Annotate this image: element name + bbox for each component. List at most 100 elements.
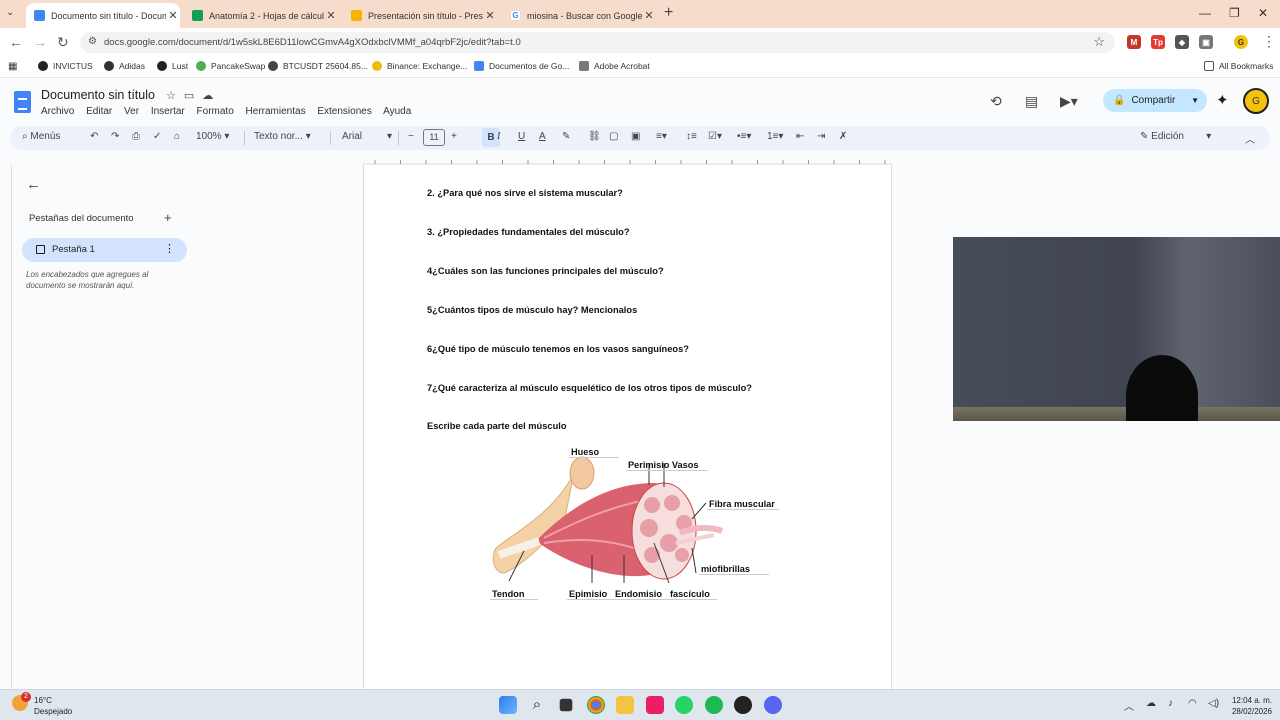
label-fasciculo[interactable]: fascículo [670,589,710,599]
comments-icon[interactable]: ▤ [1025,93,1038,110]
add-comment-icon[interactable]: ▢ [609,131,618,142]
more-options-icon[interactable]: ⋮ [164,242,175,255]
back-icon[interactable]: ← [9,34,23,50]
close-tab-icon[interactable]: ✕ [483,9,497,22]
label-endomisio[interactable]: Endomisio [615,589,662,599]
label-perimisio-vasos[interactable]: Perimisio Vasos [628,460,698,470]
menu-ver[interactable]: Ver [124,106,139,117]
menu-herramientas[interactable]: Herramientas [246,106,306,117]
undo-icon[interactable]: ↶ [90,131,98,142]
paint-format-icon[interactable]: ⌂ [174,131,180,142]
reload-icon[interactable]: ↻ [57,34,69,51]
forward-icon[interactable]: → [33,34,47,50]
line-spacing-icon[interactable]: ↕≡ [686,131,697,142]
underline-button[interactable]: U [518,131,525,142]
decrease-font-icon[interactable]: − [408,131,414,142]
wifi-icon[interactable]: ◠ [1188,698,1197,709]
docs-logo-icon[interactable] [14,91,31,113]
increase-font-icon[interactable]: + [451,131,457,142]
highlight-icon[interactable]: ✎ [562,131,570,142]
font-size-input[interactable]: 11 [423,129,445,146]
cloud-status-icon[interactable]: ☁ [202,90,221,102]
extensions-puzzle-icon[interactable]: ▣ [1199,35,1213,49]
label-epimisio[interactable]: Epimisio [569,589,607,599]
more-menu-icon[interactable]: ⋮ [1262,33,1276,50]
search-icon[interactable]: ⌕ [528,696,546,714]
align-icon[interactable]: ≡▾ [656,131,667,142]
discord-icon[interactable] [764,696,782,714]
menu-formato[interactable]: Formato [197,106,234,117]
search-menus[interactable]: ⌕ Menús [22,131,60,142]
apps-grid-icon[interactable]: ▦ [8,61,17,72]
weather-widget[interactable]: 16°C Despejado [34,695,72,717]
task-view-icon[interactable] [559,698,573,712]
text-color-icon[interactable]: A [539,131,546,142]
close-window-icon[interactable]: ✕ [1258,6,1268,20]
all-bookmarks[interactable]: All Bookmarks [1204,61,1273,71]
tab-search-chevron-icon[interactable]: ⌄ [6,7,14,18]
insert-image-icon[interactable]: ▣ [631,131,640,142]
redo-icon[interactable]: ↷ [111,131,119,142]
version-history-icon[interactable]: ⟲ [990,93,1002,110]
menu-ayuda[interactable]: Ayuda [383,106,411,117]
label-fibra-muscular[interactable]: Fibra muscular [709,499,775,509]
question-7[interactable]: 7¿Qué caracteriza al músculo esquelético… [427,383,752,393]
menu-insertar[interactable]: Insertar [151,106,185,117]
address-bar[interactable]: ⚙ docs.google.com/document/d/1w5skL8E6D1… [80,32,1115,53]
link-icon[interactable]: ⛓ [588,131,601,142]
question-6[interactable]: 6¿Qué tipo de músculo tenemos en los vas… [427,344,689,354]
chevron-down-icon[interactable]: ▼ [1191,96,1199,105]
system-clock[interactable]: 12:04 a. m. 28/02/2026 [1226,695,1272,717]
restore-icon[interactable]: ❐ [1229,6,1240,20]
label-tendon[interactable]: Tendon [492,589,525,599]
label-hueso[interactable]: Hueso [571,447,599,457]
browser-tab-slides[interactable]: Presentación sin título - Presen ✕ [343,3,497,28]
browser-tab-sheets[interactable]: Anatomía 2 - Hojas de cálculo ✕ [184,3,338,28]
italic-button[interactable]: I [497,131,500,142]
bookmark-pancakeswap[interactable]: PancakeSwap [196,61,265,71]
bookmark-lust[interactable]: Lust [157,61,188,71]
start-icon[interactable] [499,696,517,714]
clear-formatting-icon[interactable]: ✗ [839,131,847,142]
back-arrow-icon[interactable]: ← [26,176,41,193]
tiktok-icon[interactable] [646,696,664,714]
bookmark-binance[interactable]: Binance: Exchange... [372,61,467,71]
chrome-icon[interactable] [587,696,605,714]
editing-mode-select[interactable]: ✎ Edición ▾ [1140,131,1211,142]
question-5[interactable]: 5¿Cuántos tipos de músculo hay? Menciona… [427,305,637,315]
question-4[interactable]: 4¿Cuáles son las funciones principales d… [427,266,664,276]
new-tab-icon[interactable]: + [664,4,673,22]
whatsapp-icon[interactable] [675,696,693,714]
browser-tab-docs[interactable]: Documento sin título - Docum ✕ [26,3,180,28]
bookmark-adobe[interactable]: Adobe Acrobat [579,61,650,71]
browser-tab-google[interactable]: G miosina - Buscar con Google ✕ [502,3,656,28]
close-tab-icon[interactable]: ✕ [166,9,180,22]
share-button[interactable]: 🔒 Compartir ▼ [1103,89,1207,112]
app-icon[interactable] [734,696,752,714]
meet-video-icon[interactable]: ▶▾ [1060,93,1078,110]
profile-avatar[interactable]: G [1234,35,1248,49]
bookmark-adidas[interactable]: Adidas [104,61,145,71]
menu-editar[interactable]: Editar [86,106,112,117]
bookmark-btcusdt[interactable]: BTCUSDT 25604.85... [268,61,368,71]
tray-overflow-icon[interactable]: ︿ [1124,698,1134,713]
menu-extensiones[interactable]: Extensiones [317,106,371,117]
url-text[interactable]: docs.google.com/document/d/1w5skL8E6D11l… [104,37,521,48]
style-select[interactable]: Texto nor... ▾ [254,131,311,142]
microphone-icon[interactable]: ♪ [1168,698,1173,709]
extension-icon[interactable]: M [1127,35,1141,49]
extension-icon[interactable]: Tp [1151,35,1165,49]
volume-icon[interactable]: ◁) [1208,698,1219,709]
sidebar-item-tab-1[interactable]: Pestaña 1 ⋮ [22,238,187,262]
spellcheck-icon[interactable]: ✓ [153,131,161,142]
gemini-sparkle-icon[interactable]: ✦ [1216,91,1229,109]
print-icon[interactable]: ⎙ [132,131,140,142]
zoom-select[interactable]: 100% ▾ [196,131,229,142]
bookmark-invictus[interactable]: INVICTUS [38,61,93,71]
increase-indent-icon[interactable]: ⇥ [817,131,825,142]
bulleted-list-icon[interactable]: •≡▾ [737,131,751,142]
font-select[interactable]: Arial ▾ [342,131,392,142]
document-title[interactable]: Documento sin título [41,88,155,102]
numbered-list-icon[interactable]: 1≡▾ [767,131,783,142]
question-2[interactable]: 2. ¿Para qué nos sirve el sistema muscul… [427,188,623,198]
